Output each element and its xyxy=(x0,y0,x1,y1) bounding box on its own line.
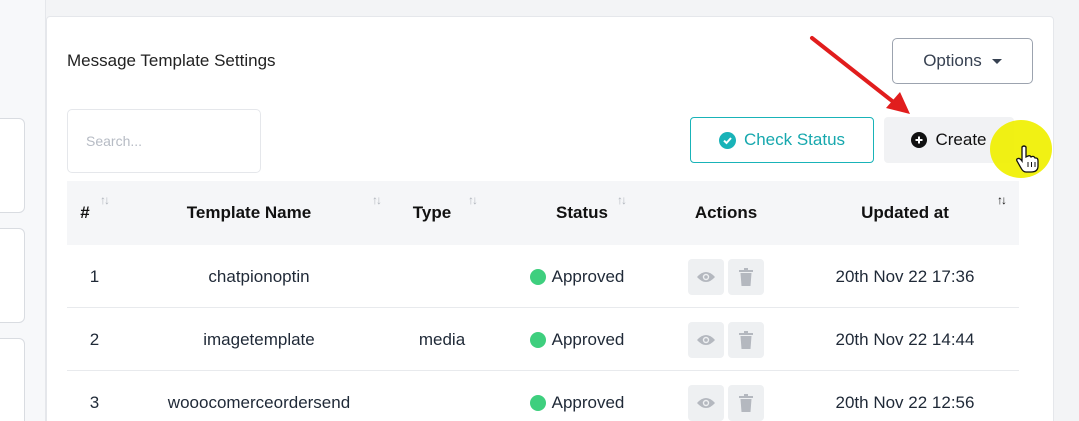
check-status-label: Check Status xyxy=(743,130,846,149)
updated-at: 20th Nov 22 17:36 xyxy=(835,266,975,286)
delete-button[interactable] xyxy=(728,321,764,358)
sidebar-panel xyxy=(0,228,25,323)
column-header-type[interactable]: Type xyxy=(397,181,467,245)
eye-icon xyxy=(697,271,715,282)
template-type: media xyxy=(418,329,466,349)
sidebar-panel xyxy=(0,118,25,213)
template-type xyxy=(397,371,487,421)
page-background xyxy=(1054,0,1079,421)
column-header-updated-at[interactable]: Updated at xyxy=(823,181,987,245)
sort-icon[interactable]: ↑↓ xyxy=(100,193,110,207)
annotation-arrow-icon xyxy=(810,36,910,114)
eye-icon xyxy=(697,397,715,408)
view-button[interactable] xyxy=(688,258,724,295)
sort-icon[interactable]: ↑↓ xyxy=(372,193,382,207)
caret-down-icon xyxy=(991,58,1002,64)
sort-icon[interactable]: ↑↓ xyxy=(997,193,1007,207)
hand-cursor-icon xyxy=(1016,145,1039,173)
table-row: 2 imagetemplate media Approved 20th Nov … xyxy=(67,308,1019,371)
trash-icon xyxy=(739,393,753,412)
column-header-number[interactable]: # xyxy=(67,181,103,245)
status-dot-icon xyxy=(529,331,546,348)
trash-icon xyxy=(739,267,753,286)
row-number: 2 xyxy=(89,329,100,349)
search-input[interactable] xyxy=(67,109,261,173)
page-title: Message Template Settings xyxy=(67,51,276,70)
view-button[interactable] xyxy=(688,384,724,421)
status-badge: Approved xyxy=(507,308,647,371)
table-header: # ↑↓ Template Name ↑↓ Type ↑↓ Status ↑↓ … xyxy=(67,181,1019,245)
delete-button[interactable] xyxy=(728,258,764,295)
column-header-actions: Actions xyxy=(694,203,758,222)
updated-at: 20th Nov 22 14:44 xyxy=(835,329,975,349)
eye-icon xyxy=(697,334,715,345)
status-dot-icon xyxy=(529,394,546,411)
create-label: Create xyxy=(935,130,987,149)
view-button[interactable] xyxy=(688,321,724,358)
table-row: 1 chatpionoptin Approved 20th Nov 22 17:… xyxy=(67,245,1019,308)
status-badge: Approved xyxy=(507,371,647,421)
status-dot-icon xyxy=(529,268,546,285)
options-label: Options xyxy=(923,51,982,70)
trash-icon xyxy=(739,330,753,349)
row-number: 1 xyxy=(89,266,100,286)
left-sidebar xyxy=(0,0,46,421)
status-badge: Approved xyxy=(507,245,647,308)
row-actions xyxy=(686,371,766,421)
row-actions xyxy=(686,245,766,308)
template-type xyxy=(397,245,487,308)
plus-circle-icon xyxy=(911,132,928,148)
row-actions xyxy=(686,308,766,371)
template-name: chatpionoptin xyxy=(208,266,310,286)
table-row: 3 wooocomerceordersend Approved 20th Nov… xyxy=(67,371,1019,421)
delete-button[interactable] xyxy=(728,384,764,421)
template-name: imagetemplate xyxy=(203,329,315,349)
updated-at: 20th Nov 22 12:56 xyxy=(835,392,975,412)
sort-icon[interactable]: ↑↓ xyxy=(468,193,478,207)
sort-icon[interactable]: ↑↓ xyxy=(617,193,627,207)
template-name: wooocomerceordersend xyxy=(167,392,351,412)
check-circle-icon xyxy=(718,131,736,149)
column-header-status[interactable]: Status xyxy=(507,181,657,245)
row-number: 3 xyxy=(89,392,100,412)
check-status-button[interactable]: Check Status xyxy=(690,117,874,163)
column-header-template-name[interactable]: Template Name xyxy=(135,181,363,245)
sidebar-panel xyxy=(0,338,25,421)
